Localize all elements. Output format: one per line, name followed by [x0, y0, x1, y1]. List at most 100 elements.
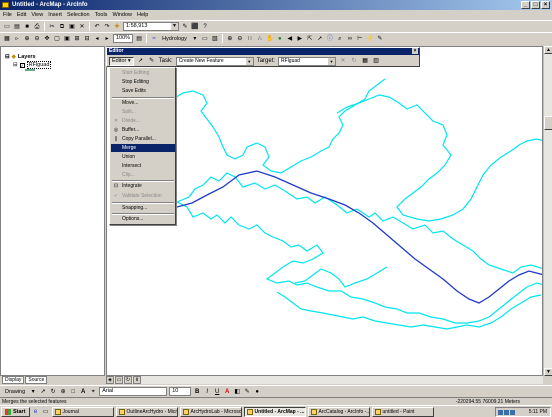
menu-selection[interactable]: Selection — [67, 12, 90, 18]
select-elements-icon[interactable]: ▹ — [13, 35, 21, 43]
open-folder-icon[interactable]: ▤ — [13, 23, 21, 31]
menu-help[interactable]: Help — [137, 12, 148, 18]
menu-item-merge[interactable]: Merge — [111, 144, 175, 152]
underline-icon[interactable]: U — [213, 388, 221, 396]
add-data-icon[interactable]: ✚ — [113, 23, 121, 31]
menu-item-start-editing[interactable]: Start Editing — [111, 69, 175, 77]
chevron-down-icon[interactable]: ▾ — [29, 388, 37, 396]
fixed-zoom-out-icon[interactable]: ∴ — [256, 35, 264, 43]
menu-item-snapping[interactable]: Snapping... — [111, 204, 175, 212]
menu-file[interactable]: File — [3, 12, 12, 18]
collapse-icon[interactable]: ⊟ — [5, 54, 10, 60]
menu-edit[interactable]: Edit — [17, 12, 26, 18]
menu-item-union[interactable]: Union — [111, 153, 175, 161]
taskbar-item[interactable]: ArcHydroLab - Microso... — [179, 406, 242, 417]
zoom-in-icon[interactable]: ⊕ — [226, 35, 234, 43]
pause-drawing-icon[interactable]: Ⅱ — [133, 376, 141, 384]
vertical-scrollbar[interactable]: ▲ ▼ — [543, 46, 552, 376]
redo-icon[interactable]: ↷ — [103, 23, 111, 31]
line-color-icon[interactable]: ✎ — [243, 388, 251, 396]
split-tool-icon[interactable]: ✕ — [339, 57, 347, 65]
arctoolbox-icon[interactable]: ⬛ — [191, 23, 199, 31]
menu-view[interactable]: View — [31, 12, 43, 18]
print-icon[interactable]: ⎙ — [33, 23, 41, 31]
menu-item-clip[interactable]: Clip... — [111, 171, 175, 179]
hydro-tool-2-icon[interactable]: ▧ — [211, 35, 219, 43]
full-extent-icon[interactable]: ● — [276, 35, 284, 43]
tray-icon[interactable] — [498, 410, 503, 415]
previous-extent-icon[interactable]: ◀ — [286, 35, 294, 43]
text-tool-icon[interactable]: A — [79, 388, 87, 396]
tray-icon[interactable] — [504, 410, 509, 415]
select-features-icon[interactable]: ⇱ — [306, 35, 314, 43]
collapse-icon[interactable]: ⊟ — [13, 62, 18, 68]
fixed-zoom-out-page-icon[interactable]: ⊟ — [83, 35, 91, 43]
italic-icon[interactable]: I — [203, 388, 211, 396]
chevron-down-icon[interactable]: ▼ — [171, 23, 178, 30]
menu-insert[interactable]: Insert — [48, 12, 62, 18]
drawing-menu[interactable]: Drawing — [3, 389, 27, 395]
fixed-zoom-in-page-icon[interactable]: ⊞ — [73, 35, 81, 43]
zoom-out-icon[interactable]: ⊖ — [236, 35, 244, 43]
layers-root[interactable]: ⊟ ◆ Layers — [5, 54, 36, 60]
previous-extent-page-icon[interactable]: ◂ — [93, 35, 101, 43]
horizontal-scrollbar[interactable]: ◈ ▭ ↻ Ⅱ — [106, 376, 543, 384]
tab-source[interactable]: Source — [25, 376, 48, 384]
menu-item-integrate[interactable]: ⊡ Integrate — [111, 182, 175, 190]
rectangle-icon[interactable]: □ — [69, 388, 77, 396]
menu-item-divide[interactable]: ✕ Divide... — [111, 117, 175, 125]
task-combo[interactable]: Create New Feature ▼ — [175, 56, 254, 66]
font-combo[interactable]: Arial — [99, 387, 168, 396]
font-color-icon[interactable]: A — [223, 388, 231, 396]
editor-menu-button[interactable]: Editor ▾ — [109, 56, 134, 66]
menu-item-options[interactable]: Options... — [111, 215, 175, 223]
menu-item-copy-parallel[interactable]: ∥ Copy Parallel... — [111, 135, 175, 143]
close-icon[interactable]: × — [412, 48, 418, 54]
taskbar-item[interactable]: ArcCatalog - ArcInfo -... — [307, 406, 370, 417]
binoculars-icon[interactable]: ∞ — [346, 35, 354, 43]
next-extent-icon[interactable]: ▶ — [296, 35, 304, 43]
layout-view-icon[interactable]: ▭ — [115, 376, 123, 384]
paste-icon[interactable]: ▣ — [68, 23, 76, 31]
tab-display[interactable]: Display — [2, 376, 25, 384]
find-icon[interactable]: ⌕ — [336, 35, 344, 43]
scroll-up-icon[interactable]: ▲ — [544, 46, 552, 54]
zoom-100-icon[interactable]: ▣ — [63, 35, 71, 43]
start-button[interactable]: Start — [1, 406, 30, 417]
close-button[interactable]: × — [541, 1, 550, 9]
hyperlink-icon[interactable]: ⚡ — [366, 35, 374, 43]
pan-page-icon[interactable]: ✥ — [43, 35, 51, 43]
menu-item-validate-selection[interactable]: ✓ Validate Selection — [111, 192, 175, 200]
map-scale-combo[interactable]: 1:58,913 ▼ — [123, 22, 179, 31]
taskbar-item[interactable]: OutlineArcHydro - Micr... — [115, 406, 178, 417]
refresh-icon[interactable]: ↻ — [124, 376, 132, 384]
hydrology-menu[interactable]: Hydrology — [160, 36, 189, 42]
sketch-properties-icon[interactable]: ▥ — [372, 57, 380, 65]
hydrology-icon[interactable]: ≈ — [150, 35, 158, 43]
zoom-whole-page-icon[interactable]: ▢ — [53, 35, 61, 43]
edit-vertices-icon[interactable]: ⌖ — [89, 388, 97, 396]
toggle-draft-icon[interactable]: ▤ — [135, 35, 143, 43]
menu-item-save-edits[interactable]: Save Edits — [111, 87, 175, 95]
rotate-tool-icon[interactable]: ↻ — [350, 57, 358, 65]
menu-item-buffer[interactable]: ◎ Buffer... — [111, 126, 175, 134]
new-document-icon[interactable]: ▭ — [3, 23, 11, 31]
pencil-icon[interactable]: ✎ — [376, 35, 384, 43]
menu-item-split[interactable]: Split... — [111, 108, 175, 116]
font-size-combo[interactable]: 10 — [169, 387, 192, 396]
editor-toolbar-caption[interactable]: Editor × — [107, 48, 419, 55]
select-elements-arrow-icon[interactable]: ➚ — [316, 35, 324, 43]
tray-icon[interactable] — [510, 410, 515, 415]
menu-tools[interactable]: Tools — [95, 12, 108, 18]
layer-visibility-checkbox[interactable]: ✓ — [19, 62, 25, 68]
bold-icon[interactable]: B — [193, 388, 201, 396]
marker-color-icon[interactable]: ● — [253, 388, 261, 396]
copy-icon[interactable]: ⧉ — [58, 23, 66, 31]
menu-item-intersect[interactable]: Intersect — [111, 162, 175, 170]
taskbar-item-active[interactable]: Untitled - ArcMap - ... — [243, 406, 306, 417]
measure-icon[interactable]: ⊢ — [356, 35, 364, 43]
quicklaunch-desktop-icon[interactable]: ▭ — [42, 408, 50, 416]
layout-icon[interactable]: ▦ — [3, 35, 11, 43]
hydro-tool-icon[interactable]: ▭ — [201, 35, 209, 43]
zoom-in-page-icon[interactable]: ⊕ — [23, 35, 31, 43]
